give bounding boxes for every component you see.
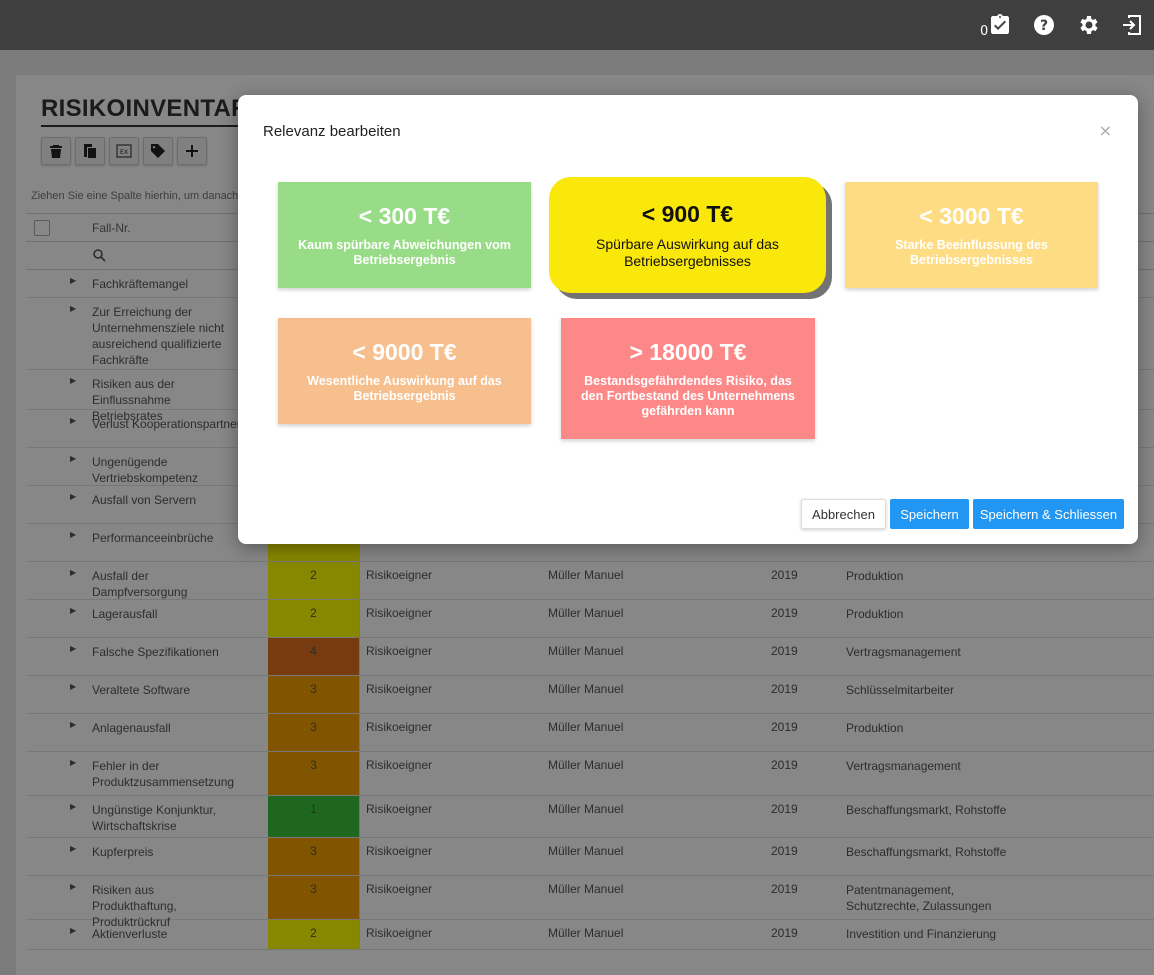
option-description: Wesentliche Auswirkung auf das Betriebse…	[307, 373, 502, 403]
relevance-option[interactable]: < 3000 T€ Starke Beeinflussung des Betrie…	[845, 182, 1098, 288]
option-amount: < 300 T€	[358, 202, 451, 229]
dialog-title: Relevanz bearbeiten	[263, 123, 401, 140]
relevance-option[interactable]: < 300 T€ Kaum spürbare Abweichungen vom B…	[278, 182, 531, 288]
option-amount: > 18000 T€	[629, 338, 747, 365]
help-icon: ?	[1034, 15, 1054, 35]
relevance-option[interactable]: > 18000 T€ Bestandsgefährdendes Risiko, d…	[561, 318, 815, 439]
top-bar: 0 ?	[0, 0, 1154, 50]
relevance-option[interactable]: < 9000 T€ Wesentliche Auswirkung auf das …	[278, 318, 531, 424]
close-icon[interactable]: ×	[1099, 121, 1112, 140]
save-close-button[interactable]: Speichern & Schliessen	[973, 499, 1124, 529]
logout-icon	[1123, 15, 1141, 35]
logout-button[interactable]	[1110, 0, 1154, 50]
option-description: Kaum spürbare Abweichungen vom Betriebse…	[298, 237, 511, 267]
option-description: Spürbare Auswirkung auf das Betriebserge…	[596, 235, 779, 269]
option-description: Bestandsgefährdendes Risiko, das den For…	[581, 373, 795, 418]
option-description: Starke Beeinflussung des Betriebsergebni…	[895, 237, 1048, 267]
option-amount: < 9000 T€	[352, 338, 457, 365]
svg-text:?: ?	[1040, 18, 1048, 34]
settings-button[interactable]	[1066, 0, 1110, 50]
option-amount: < 900 T€	[641, 200, 734, 227]
top-icons: 0 ?	[978, 0, 1154, 50]
save-button[interactable]: Speichern	[890, 499, 969, 529]
help-button[interactable]: ?	[1022, 0, 1066, 50]
option-amount: < 3000 T€	[919, 202, 1024, 229]
relevance-option-selected[interactable]: < 900 T€ Spürbare Auswirkung auf das Betr…	[549, 177, 826, 293]
tasks-button[interactable]: 0	[978, 0, 1022, 50]
task-count: 0	[980, 24, 989, 39]
cancel-button[interactable]: Abbrechen	[801, 499, 886, 529]
clipboard-check-icon	[991, 14, 1009, 34]
gear-icon	[1080, 16, 1098, 34]
edit-relevance-dialog: Relevanz bearbeiten × < 300 T€ Kaum spürb…	[238, 95, 1138, 544]
